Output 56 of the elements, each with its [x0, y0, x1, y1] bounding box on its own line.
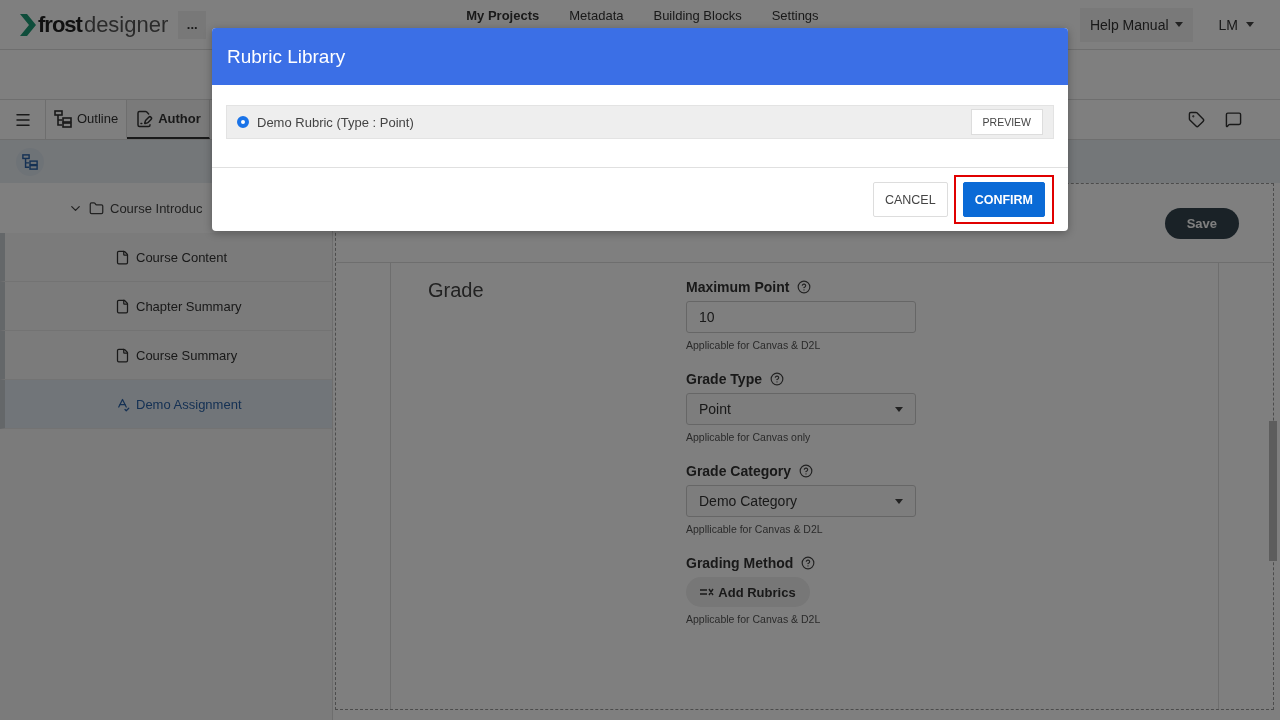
- rubric-row[interactable]: Demo Rubric (Type : Point) PREVIEW: [226, 105, 1054, 139]
- nav-link[interactable]: Settings: [771, 8, 819, 23]
- field-label: Maximum Point: [686, 279, 790, 295]
- confirm-button[interactable]: CONFIRM: [962, 182, 1045, 217]
- preview-button[interactable]: PREVIEW: [970, 109, 1043, 135]
- rubric-label: Demo Rubric (Type : Point): [257, 114, 414, 130]
- folder-icon: [89, 200, 104, 216]
- document-icon: [115, 298, 130, 314]
- pen-document-icon: [135, 109, 154, 128]
- help-icon[interactable]: [770, 372, 784, 386]
- tree-item[interactable]: Chapter Summary: [0, 282, 332, 331]
- scrollbar[interactable]: [1269, 421, 1277, 561]
- tree-item[interactable]: Demo Assignment: [0, 380, 332, 429]
- field-label: Grading Method: [686, 555, 794, 571]
- help-icon[interactable]: [797, 280, 812, 294]
- tree-icon: [22, 152, 38, 171]
- caret-icon: [1246, 22, 1254, 27]
- document-icon: [115, 347, 130, 363]
- dialog-title: Rubric Library: [227, 45, 346, 68]
- tree-item[interactable]: Course Summary: [0, 331, 332, 380]
- user-menu[interactable]: LM: [1212, 15, 1260, 34]
- chevron-logo-icon: [20, 13, 36, 36]
- field-label: Grade Category: [686, 463, 792, 479]
- help-icon[interactable]: [801, 556, 816, 570]
- tree-icon: [54, 109, 72, 128]
- caret-icon: [895, 498, 903, 504]
- section-title: Grade: [428, 279, 484, 301]
- dropdown[interactable]: Demo Category: [686, 485, 916, 517]
- caret-icon: [1174, 22, 1183, 27]
- tab[interactable]: Author: [127, 100, 210, 139]
- help-icon[interactable]: [799, 464, 814, 478]
- radio-button[interactable]: [237, 116, 249, 128]
- tree-view-button[interactable]: [16, 147, 44, 176]
- save-button[interactable]: Save: [1164, 207, 1239, 239]
- field-hint: Appllicable for Canvas & D2L: [686, 523, 824, 535]
- dropdown[interactable]: Point: [686, 393, 916, 425]
- nav-link[interactable]: Metadata: [569, 8, 624, 23]
- comment-icon[interactable]: [1225, 111, 1242, 128]
- list-icon: [700, 587, 715, 597]
- spell-check-icon: [115, 396, 130, 412]
- add-rubrics-button[interactable]: Add Rubrics: [686, 577, 810, 607]
- text-input[interactable]: 10: [686, 301, 916, 333]
- field-hint: Applicable for Canvas only: [686, 431, 812, 443]
- cancel-button[interactable]: CANCEL: [872, 182, 948, 217]
- logo[interactable]: frostdesigner: [20, 11, 169, 38]
- caret-icon: [895, 406, 903, 412]
- field-label: Grade Type: [686, 371, 762, 387]
- field-hint: Applicable for Canvas & D2L: [686, 339, 822, 351]
- tag-icon[interactable]: [1188, 111, 1205, 128]
- help-manual-menu[interactable]: Help Manual: [1079, 7, 1193, 42]
- document-icon: [115, 249, 130, 265]
- field-hint: Applicable for Canvas & D2L: [686, 613, 822, 625]
- nav-link[interactable]: My Projects: [466, 8, 540, 23]
- more-button[interactable]: ...: [178, 10, 207, 39]
- tree-item[interactable]: Course Content: [0, 233, 332, 282]
- nav-link[interactable]: Building Blocks: [653, 8, 742, 23]
